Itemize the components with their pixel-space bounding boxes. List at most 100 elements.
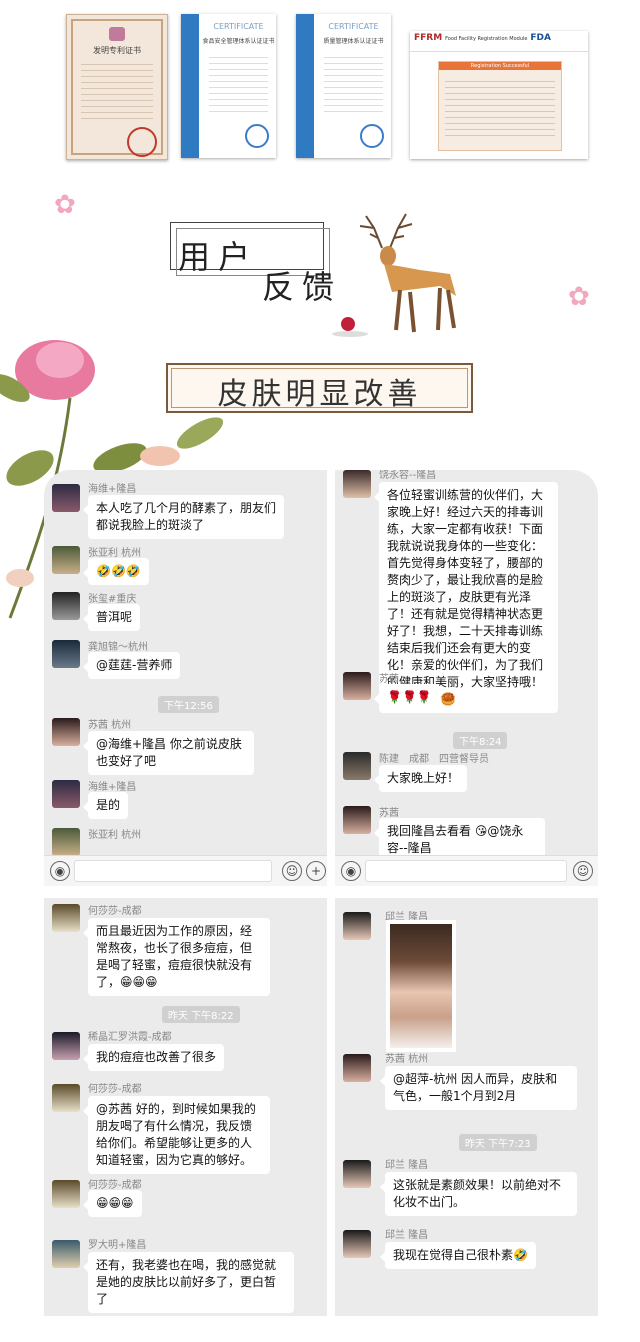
message-bubble[interactable]: @海维+隆昌 你之前说皮肤也变好了吧 xyxy=(83,731,254,775)
message-bubble[interactable]: 这张就是素颜效果！以前绝对不化妆不出门。 xyxy=(380,1172,577,1216)
cert-text-lines xyxy=(81,59,153,119)
timestamp: 昨天 下午7:23 xyxy=(459,1134,537,1151)
sender-name: 罗大明+隆昌 xyxy=(88,1240,147,1251)
avatar[interactable] xyxy=(52,484,80,512)
food-safety-certificate-image: CERTIFICATE 食品安全管理体系认证证书 xyxy=(181,14,276,158)
chat-input-bar: ◉ ☺ xyxy=(335,855,598,886)
avatar[interactable] xyxy=(343,1160,371,1188)
sender-name: 龚旭锦～杭州 xyxy=(88,642,148,653)
avatar[interactable] xyxy=(343,806,371,834)
sender-name: 苏茜 杭州 xyxy=(88,720,132,731)
cert-text-lines xyxy=(324,52,383,112)
voice-icon[interactable]: ◉ xyxy=(50,861,70,881)
chat-panel-3: 何莎莎-成都 而且最近因为工作的原因，经常熬夜，也长了很多痘痘，但是喝了轻蜜，痘… xyxy=(44,898,327,1316)
message-bubble[interactable]: 😁😁😁 xyxy=(83,1190,142,1217)
sender-name: 饶永容--隆昌 xyxy=(379,470,437,481)
chat-panel-2: 饶永容--隆昌 各位轻蜜训练营的伙伴们，大家晚上好！经过六天的排毒训练，大家一定… xyxy=(335,470,598,886)
red-seal-icon xyxy=(127,127,157,157)
pink-flower-icon: ✿ xyxy=(568,282,590,312)
fda-text-lines xyxy=(445,76,555,136)
avatar[interactable] xyxy=(52,592,80,620)
message-bubble[interactable]: 本人吃了几个月的酵素了，朋友们都说我脸上的斑淡了 xyxy=(83,495,284,539)
fda-header: FFRM Food Facility Registration Module F… xyxy=(410,31,588,52)
avatar[interactable] xyxy=(343,470,371,498)
chat-panel-4: 邱兰 隆昌 苏茜 杭州 @超萍-杭州 因人而异，皮肤和气色，一般1个月到2月 昨… xyxy=(335,898,598,1316)
sender-name: 稀晶汇罗洪霞-成都 xyxy=(88,1032,172,1043)
ffrm-sub: Food Facility Registration Module xyxy=(445,36,528,42)
avatar[interactable] xyxy=(52,1240,80,1268)
avatar[interactable] xyxy=(343,1230,371,1258)
cert-seal-icon xyxy=(360,124,384,148)
fda-message-box: Registration Successful xyxy=(438,61,562,151)
sender-name: 海维+隆昌 xyxy=(88,782,137,793)
avatar[interactable] xyxy=(52,640,80,668)
title-user: 用户 xyxy=(178,238,259,276)
fda-registration-image: FFRM Food Facility Registration Module F… xyxy=(410,31,588,159)
pink-flower-icon: ✿ xyxy=(54,190,76,220)
avatar[interactable] xyxy=(343,752,371,780)
message-input[interactable] xyxy=(365,860,567,882)
plus-icon[interactable]: + xyxy=(306,861,326,881)
patent-logo-icon xyxy=(109,27,125,41)
message-bubble[interactable]: 而且最近因为工作的原因，经常熬夜，也长了很多痘痘，但是喝了轻蜜，痘痘很快就没有了… xyxy=(83,918,270,996)
cert-head: CERTIFICATE xyxy=(213,22,264,31)
message-bubble[interactable]: 我的痘痘也改善了很多 xyxy=(82,1044,225,1071)
deer-illustration xyxy=(332,213,456,337)
avatar[interactable] xyxy=(52,904,80,932)
sender-name: 苏茜 xyxy=(379,808,399,819)
message-bubble[interactable]: @莛莛-营养师 xyxy=(82,652,181,679)
cert-title: 质量管理体系认证证书 xyxy=(323,38,384,45)
avatar[interactable] xyxy=(52,1084,80,1112)
cert-head: CERTIFICATE xyxy=(328,22,379,31)
avatar[interactable] xyxy=(343,1054,371,1082)
message-bubble[interactable]: @超萍-杭州 因人而异，皮肤和气色，一般1个月到2月 xyxy=(380,1066,577,1110)
message-bubble[interactable]: @苏茜 好的，到时候如果我的朋友喝了有什么情况，我反馈给你们。希望能够让更多的人… xyxy=(83,1096,270,1174)
message-bubble[interactable]: 🤣🤣🤣 xyxy=(83,558,149,585)
cert-seal-icon xyxy=(245,124,269,148)
timestamp: 下午12:56 xyxy=(158,696,219,713)
chat-panel-1: 海维+隆昌 本人吃了几个月的酵素了，朋友们都说我脸上的斑淡了 张亚利 杭州 🤣🤣… xyxy=(44,470,327,886)
avatar[interactable] xyxy=(343,912,371,940)
sender-name: 海维+隆昌 xyxy=(88,484,137,495)
sender-name: 何莎莎-成都 xyxy=(88,1180,142,1191)
quality-certificate-image: CERTIFICATE 质量管理体系认证证书 xyxy=(296,14,391,158)
selfie-photo[interactable] xyxy=(386,920,456,1052)
voice-icon[interactable]: ◉ xyxy=(341,861,361,881)
avatar[interactable] xyxy=(343,672,371,700)
cert-text-lines xyxy=(209,52,268,112)
sender-name: 张亚利 杭州 xyxy=(88,548,142,559)
message-input[interactable] xyxy=(74,860,272,882)
sender-name: 陈建 成都 四营督导员 xyxy=(379,754,489,765)
avatar[interactable] xyxy=(52,546,80,574)
patent-certificate-image: 发明专利证书 xyxy=(66,14,168,160)
emoji-icon[interactable]: ☺ xyxy=(282,861,302,881)
sender-name: 何莎莎-成都 xyxy=(88,1084,142,1095)
emoji-icon[interactable]: ☺ xyxy=(573,861,593,881)
sender-name: 苏茜 xyxy=(379,674,399,685)
cert-title: 食品安全管理体系认证证书 xyxy=(202,38,275,45)
avatar[interactable] xyxy=(52,780,80,808)
fda-bar: Registration Successful xyxy=(439,62,561,70)
sender-name: 苏茜 杭州 xyxy=(385,1054,429,1065)
timestamp: 下午8:24 xyxy=(453,732,508,749)
avatar[interactable] xyxy=(52,1180,80,1208)
fda-logo: FDA xyxy=(530,33,551,43)
message-bubble[interactable]: 普洱呢 xyxy=(82,604,141,631)
message-bubble[interactable]: 还有，我老婆也在喝，我的感觉就是她的皮肤比以前好多了，更白皙了 xyxy=(83,1252,294,1313)
message-bubble[interactable]: 我现在觉得自己很朴素🤣 xyxy=(380,1242,536,1269)
sender-name: 邱兰 隆昌 xyxy=(385,1160,429,1171)
avatar[interactable] xyxy=(52,1032,80,1060)
message-bubble[interactable]: 大家晚上好！ xyxy=(373,765,468,792)
ffrm-logo: FFRM xyxy=(414,33,443,43)
avatar[interactable] xyxy=(52,828,80,856)
sender-name: 张玺#重庆 xyxy=(88,594,137,605)
timestamp: 昨天 下午8:22 xyxy=(162,1006,240,1023)
message-bubble[interactable]: 是的 xyxy=(82,792,129,819)
sender-name: 邱兰 隆昌 xyxy=(385,1230,429,1241)
sender-name: 张亚利 杭州 xyxy=(88,830,142,841)
message-bubble[interactable]: 🌹🌹🌹 xyxy=(374,684,440,711)
sender-name: 何莎莎-成都 xyxy=(88,906,142,917)
message-bubble[interactable]: 各位轻蜜训练营的伙伴们，大家晚上好！经过六天的排毒训练，大家一定都有收获！下面我… xyxy=(374,482,558,713)
avatar[interactable] xyxy=(52,718,80,746)
cert-title: 发明专利证书 xyxy=(93,46,141,55)
